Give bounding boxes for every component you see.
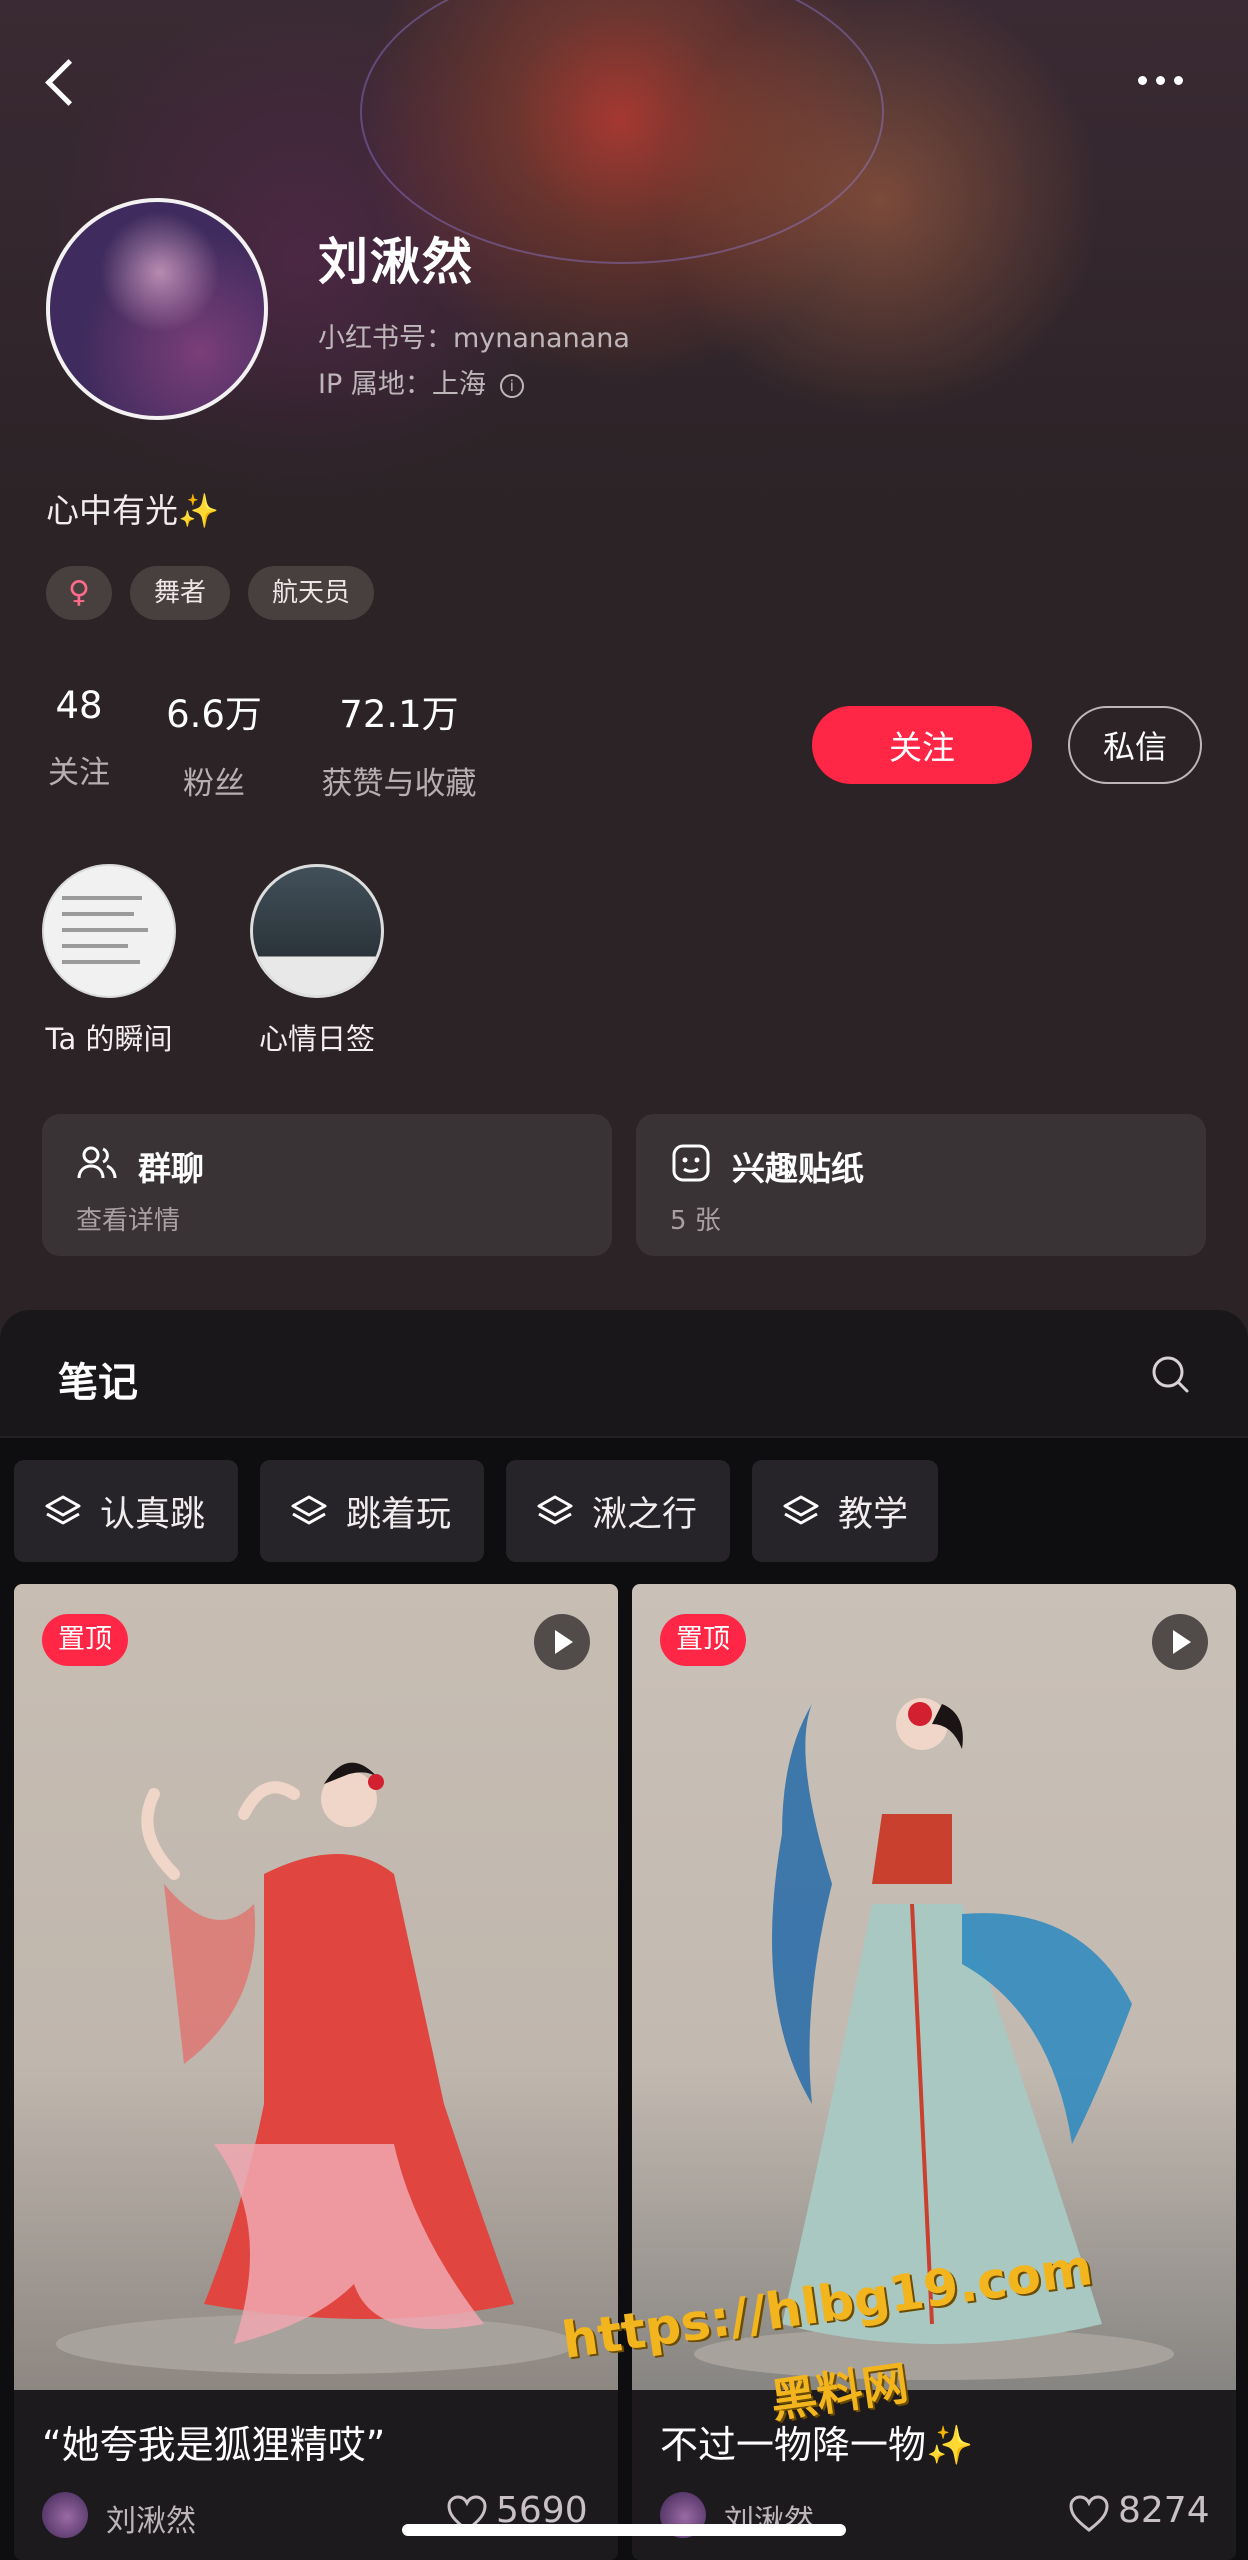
heart-icon[interactable] [1068, 2494, 1110, 2534]
layers-icon [45, 1495, 81, 1525]
collection-chip-4-label: 教学 [838, 1494, 909, 1535]
gender-tag: ♀ [46, 566, 112, 620]
more-options-icon[interactable] [1138, 76, 1183, 85]
pinned-badge: 置顶 [660, 1614, 746, 1666]
stat-followers[interactable]: 6.6万 粉丝 [162, 684, 266, 803]
stat-following[interactable]: 48 关注 [46, 684, 112, 792]
tab-notes[interactable]: 笔记 [58, 1350, 138, 1408]
message-button[interactable]: 私信 [1068, 706, 1202, 784]
search-icon[interactable] [1150, 1354, 1190, 1394]
layers-icon [783, 1495, 819, 1525]
sticker-sub: 5 张 [670, 1206, 721, 1236]
highlight-mood[interactable]: 心情日签 [248, 864, 386, 1058]
note-card-2[interactable]: 置顶 不过一物降一物✨ 刘湫然 8274 [632, 1584, 1236, 2560]
highlight-moments-label: Ta 的瞬间 [45, 1022, 173, 1056]
highlight-mood-label: 心情日签 [258, 1022, 375, 1056]
pinned-badge: 置顶 [42, 1614, 128, 1666]
dancer-red-dress-image [56, 1762, 576, 2374]
highlight-moments-thumbnail [42, 864, 176, 998]
stat-likes-label: 获赞与收藏 [321, 766, 477, 802]
group-chat-card[interactable]: 群聊 查看详情 [42, 1114, 612, 1256]
highlight-mood-thumbnail [250, 864, 384, 998]
profile-name: 刘湫然 [318, 233, 474, 291]
collection-chip-2-label: 跳着玩 [346, 1494, 452, 1535]
group-chat-sub: 查看详情 [76, 1206, 181, 1236]
note-card-1[interactable]: 置顶 “她夸我是狐狸精哎” 刘湫然 5690 [14, 1584, 618, 2560]
tag-dancer: 舞者 [129, 566, 230, 620]
layers-icon [291, 1495, 327, 1525]
stat-likes[interactable]: 72.1万 获赞与收藏 [314, 684, 484, 803]
home-indicator[interactable] [402, 2524, 846, 2536]
stat-following-label: 关注 [48, 755, 110, 791]
group-icon [77, 1146, 117, 1179]
info-icon[interactable]: i [499, 374, 524, 398]
bio: 心中有光✨ [46, 491, 220, 530]
stat-likes-count: 72.1万 [339, 693, 459, 736]
collection-chip-4[interactable]: 教学 [752, 1460, 938, 1562]
sticker-card[interactable]: 兴趣贴纸 5 张 [636, 1114, 1206, 1256]
note-title-1: “她夸我是狐狸精哎” [42, 2423, 386, 2467]
group-chat-title: 群聊 [138, 1149, 204, 1188]
xhs-id: 小红书号：mynananana [318, 323, 630, 354]
stat-following-count: 48 [55, 684, 103, 727]
note-cover-1 [14, 1584, 618, 2390]
tag-astronaut: 航天员 [248, 566, 375, 620]
ip-location-text: IP 属地：上海 [318, 369, 486, 400]
play-icon[interactable] [534, 1614, 590, 1670]
play-icon[interactable] [1152, 1614, 1208, 1670]
collection-chip-1-label: 认真跳 [100, 1494, 206, 1535]
collection-chip-2[interactable]: 跳着玩 [260, 1460, 484, 1562]
avatar[interactable] [46, 198, 268, 420]
collection-chip-1[interactable]: 认真跳 [14, 1460, 238, 1562]
collection-chip-3-label: 湫之行 [592, 1494, 698, 1535]
highlight-moments[interactable]: Ta 的瞬间 [40, 864, 178, 1058]
layers-icon [537, 1495, 573, 1525]
sticker-icon [672, 1144, 710, 1182]
note-author-1: 刘湫然 [106, 2504, 196, 2539]
ip-location: IP 属地：上海 i [318, 362, 524, 401]
sticker-title: 兴趣贴纸 [732, 1149, 864, 1188]
stat-followers-count: 6.6万 [166, 693, 262, 736]
stat-followers-label: 粉丝 [183, 766, 245, 802]
collection-chip-3[interactable]: 湫之行 [506, 1460, 730, 1562]
like-count-2: 8274 [1118, 2490, 1210, 2531]
notes-header: 笔记 [0, 1310, 1248, 1436]
author-avatar [42, 2492, 88, 2538]
profile-tags: ♀ 舞者 航天员 [46, 566, 375, 620]
follow-button[interactable]: 关注 [812, 706, 1032, 784]
